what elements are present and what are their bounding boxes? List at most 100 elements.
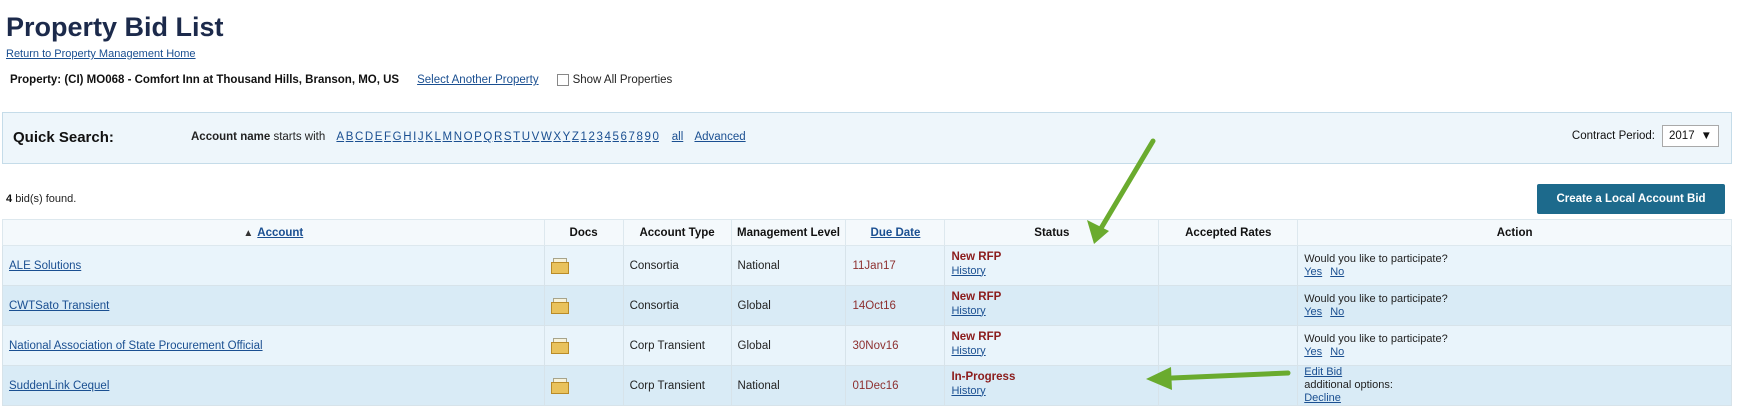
letter-link[interactable]: O (464, 131, 473, 143)
letter-link[interactable]: J (418, 131, 424, 143)
folder-icon[interactable] (550, 297, 571, 314)
action-cell: Would you like to participate? Yes No (1297, 285, 1732, 326)
account-link[interactable]: SuddenLink Cequel (9, 380, 109, 392)
folder-icon[interactable] (550, 377, 571, 394)
management-level-cell: Global (730, 325, 847, 366)
additional-options-label: additional options: (1304, 379, 1393, 391)
letter-link[interactable]: I (413, 131, 416, 143)
letter-link[interactable]: 7 (629, 131, 635, 143)
status-cell: New RFP History (944, 325, 1160, 366)
history-link[interactable]: History (951, 305, 1152, 317)
no-link[interactable]: No (1330, 346, 1344, 358)
participate-question: Would you like to participate? (1304, 292, 1448, 305)
letter-link[interactable]: 4 (605, 131, 611, 143)
letter-link[interactable]: M (443, 131, 453, 143)
contract-period-value: 2017 (1669, 130, 1695, 142)
all-letters-link[interactable]: all (672, 131, 684, 143)
col-due-date[interactable]: Due Date (845, 219, 946, 246)
no-link[interactable]: No (1330, 306, 1344, 318)
management-level-cell: National (730, 365, 847, 406)
docs-cell (543, 245, 624, 286)
yes-link[interactable]: Yes (1304, 346, 1322, 358)
advanced-search-link[interactable]: Advanced (694, 131, 745, 143)
account-link[interactable]: CWTSato Transient (9, 300, 109, 312)
letter-link[interactable]: 2 (589, 131, 595, 143)
docs-cell (543, 325, 624, 366)
col-account-type: Account Type (622, 219, 732, 246)
table-header-row: ▲ Account Docs Account Type Management Le… (2, 219, 1732, 246)
account-name-label: Account name (191, 131, 271, 143)
history-link[interactable]: History (951, 265, 1152, 277)
letter-link[interactable]: 5 (613, 131, 619, 143)
letter-link[interactable]: F (384, 131, 391, 143)
letter-link[interactable]: S (504, 131, 512, 143)
letter-link[interactable]: 8 (637, 131, 643, 143)
folder-icon[interactable] (550, 257, 571, 274)
yes-link[interactable]: Yes (1304, 266, 1322, 278)
participate-question: Would you like to participate? (1304, 332, 1448, 345)
status-cell: New RFP History (944, 285, 1160, 326)
letter-link[interactable]: H (403, 131, 411, 143)
contract-period-select[interactable]: 2017 ▼ (1662, 125, 1719, 147)
letter-link[interactable]: T (513, 131, 520, 143)
letter-link[interactable]: L (435, 131, 441, 143)
letter-link[interactable]: G (393, 131, 402, 143)
create-local-account-bid-button[interactable]: Create a Local Account Bid (1537, 184, 1725, 214)
show-all-label: Show All Properties (572, 74, 673, 86)
letter-link[interactable]: C (355, 131, 363, 143)
select-another-property-link[interactable]: Select Another Property (417, 74, 538, 86)
account-type-cell: Consortia (622, 285, 732, 326)
letter-link[interactable]: K (425, 131, 433, 143)
action-cell: Edit Bid additional options: Decline (1297, 365, 1732, 406)
letter-link[interactable]: V (532, 131, 540, 143)
account-type-cell: Corp Transient (622, 325, 732, 366)
letter-link[interactable]: 9 (645, 131, 651, 143)
page-title: Property Bid List (6, 12, 224, 42)
table-row: ALE Solutions Consortia National 11Jan17… (2, 245, 1732, 286)
letter-link[interactable]: N (454, 131, 462, 143)
letter-link[interactable]: Y (563, 131, 571, 143)
decline-link[interactable]: Decline (1304, 392, 1725, 405)
no-link[interactable]: No (1330, 266, 1344, 278)
letter-link[interactable]: 3 (597, 131, 603, 143)
letter-link[interactable]: B (346, 131, 354, 143)
letter-link[interactable]: 1 (581, 131, 587, 143)
letter-link[interactable]: A (336, 131, 344, 143)
letter-link[interactable]: U (522, 131, 530, 143)
accepted-rates-cell (1158, 325, 1299, 366)
letter-link[interactable]: 6 (621, 131, 627, 143)
show-all-checkbox[interactable] (556, 74, 569, 86)
account-cell: National Association of State Procuremen… (2, 325, 545, 366)
status-cell: In-Progress History (944, 365, 1160, 406)
property-line: Property: (CI) MO068 - Comfort Inn at Th… (10, 74, 672, 86)
edit-bid-link[interactable]: Edit Bid (1304, 366, 1725, 379)
management-level-cell: Global (730, 285, 847, 326)
letter-link[interactable]: Z (572, 131, 579, 143)
contract-period: Contract Period: 2017 ▼ (1572, 125, 1719, 147)
due-date-sort-link[interactable]: Due Date (871, 227, 921, 239)
account-type-cell: Corp Transient (622, 365, 732, 406)
letter-link[interactable]: 0 (653, 131, 659, 143)
letter-link[interactable]: X (553, 131, 561, 143)
show-all-properties[interactable]: Show All Properties (556, 74, 673, 86)
letter-link[interactable]: D (365, 131, 373, 143)
col-account[interactable]: ▲ Account (2, 219, 545, 246)
letter-link[interactable]: Q (483, 131, 492, 143)
account-sort-link[interactable]: Account (257, 227, 303, 239)
letter-link[interactable]: P (474, 131, 482, 143)
folder-icon[interactable] (550, 337, 571, 354)
col-accepted-rates: Accepted Rates (1158, 219, 1299, 246)
letter-link[interactable]: E (375, 131, 383, 143)
docs-cell (543, 285, 624, 326)
letter-link[interactable]: W (541, 131, 552, 143)
account-link[interactable]: National Association of State Procuremen… (9, 340, 263, 352)
return-home-link[interactable]: Return to Property Management Home (6, 48, 196, 60)
due-date-cell: 30Nov16 (845, 325, 946, 366)
account-link[interactable]: ALE Solutions (9, 260, 81, 272)
history-link[interactable]: History (951, 345, 1152, 357)
yes-link[interactable]: Yes (1304, 306, 1322, 318)
accepted-rates-cell (1158, 365, 1299, 406)
letter-link[interactable]: R (494, 131, 502, 143)
history-link[interactable]: History (951, 385, 1152, 397)
results-count: 4 bid(s) found. (6, 193, 76, 205)
